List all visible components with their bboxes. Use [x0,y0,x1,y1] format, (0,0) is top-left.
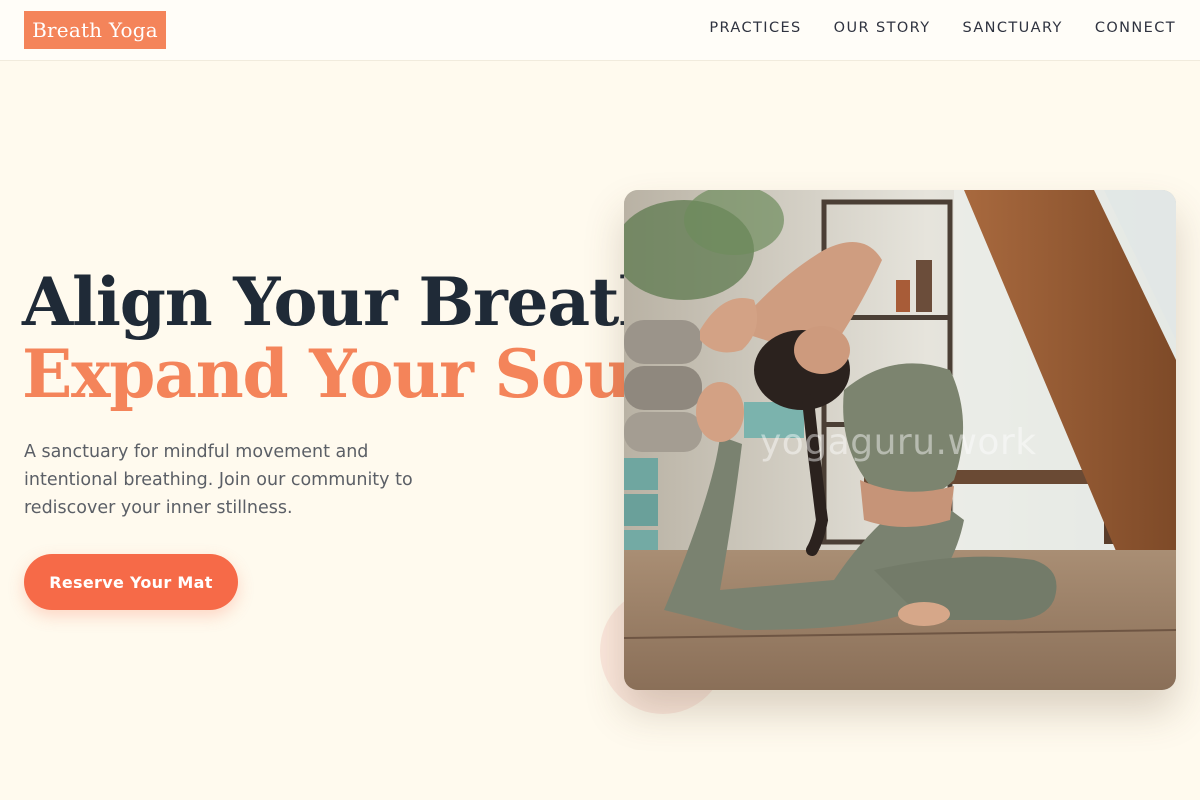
hero-subtext: A sanctuary for mindful movement and int… [24,442,413,518]
main-nav: PRACTICES OUR STORY SANCTUARY CONNECT [709,0,1176,56]
hero-headline: Align Your Breath, Expand Your Soul. [22,263,688,413]
nav-item-sanctuary[interactable]: SANCTUARY [962,20,1062,36]
image-watermark: yogaguru.work [760,422,1037,463]
headline-line-1: Align Your Breath, [22,263,688,341]
hero-yoga-photo: yogaguru.work [624,190,1176,690]
nav-item-practices[interactable]: PRACTICES [709,20,801,36]
brand-logo[interactable]: Breath Yoga [24,11,166,49]
nav-item-connect[interactable]: CONNECT [1095,20,1176,36]
reserve-mat-button[interactable]: Reserve Your Mat [24,554,238,610]
nav-item-our-story[interactable]: OUR STORY [834,20,931,36]
site-header: Breath Yoga PRACTICES OUR STORY SANCTUAR… [0,0,1200,61]
headline-line-2: Expand Your Soul. [22,335,677,413]
